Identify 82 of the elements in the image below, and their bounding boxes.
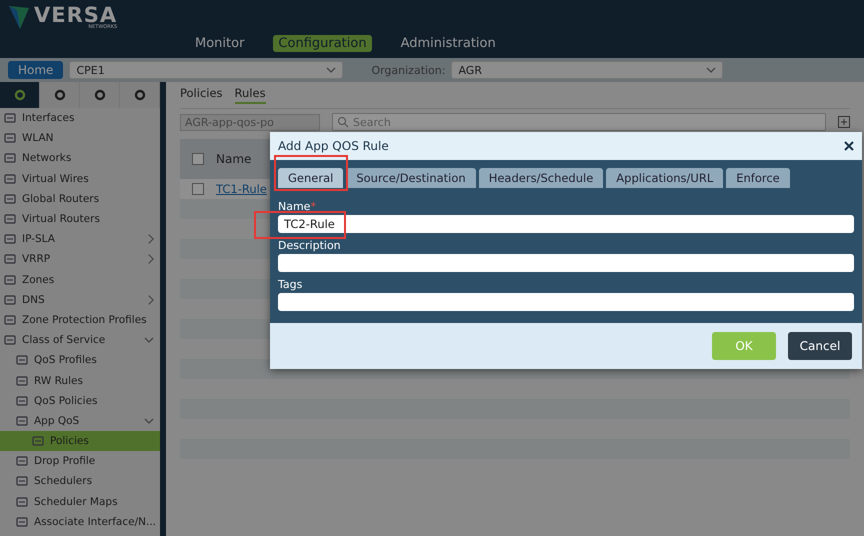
rule-link[interactable]: TC1-Rule	[216, 182, 267, 196]
sidebar-item[interactable]: Schedulers	[0, 471, 160, 492]
dialog-tab[interactable]: Applications/URL	[606, 168, 724, 188]
checkbox[interactable]	[192, 153, 204, 165]
search-icon	[337, 116, 349, 128]
sidebar-item[interactable]: WLAN	[0, 128, 160, 148]
search-field[interactable]: Search	[332, 113, 826, 131]
panel-icon	[4, 314, 16, 326]
checkbox[interactable]	[192, 183, 204, 195]
sidebar-tab[interactable]	[0, 82, 40, 108]
sidebar-item[interactable]: Interfaces	[0, 108, 160, 128]
close-icon[interactable]	[844, 141, 854, 151]
sidebar-item[interactable]: Drop Profile	[0, 451, 160, 472]
organization-label: Organization:	[371, 64, 446, 76]
sidebar-item[interactable]: DNS	[0, 290, 160, 310]
field-label: Tags	[278, 278, 302, 292]
chevron-icon	[326, 67, 336, 73]
dialog-tab[interactable]: Enforce	[726, 168, 790, 188]
chevron-icon	[144, 337, 154, 344]
input-field[interactable]: TC2-Rule	[278, 215, 854, 233]
nav-tab[interactable]: Configuration	[273, 35, 372, 52]
dialog-tab[interactable]: General	[278, 168, 344, 188]
add-icon[interactable]	[838, 116, 850, 128]
sidebar-item[interactable]: Scheduler Maps	[0, 492, 160, 512]
dialog-title: Add App QOS Rule	[278, 139, 389, 153]
panel-icon	[16, 475, 28, 488]
sidebar-item[interactable]: Virtual Routers	[0, 208, 160, 230]
device-select[interactable]: CPE1	[69, 61, 344, 79]
panel-icon	[16, 455, 28, 468]
panel-icon	[4, 334, 16, 346]
chevron-icon	[147, 294, 154, 305]
panel-icon	[16, 394, 28, 407]
sidebar-item[interactable]: VRRP	[0, 249, 160, 270]
sidebar-item[interactable]: Virtual Wires	[0, 168, 160, 189]
sidebar-item[interactable]: Associate Interface/N...	[0, 512, 160, 532]
panel-icon	[4, 253, 16, 266]
panel-icon	[16, 374, 28, 387]
chevron-icon	[147, 234, 154, 244]
panel-icon	[4, 274, 16, 286]
page-tab[interactable]: Policies	[180, 84, 223, 104]
field-label: Description	[278, 239, 341, 253]
cancel-button[interactable]: Cancel	[788, 332, 852, 360]
sidebar-item[interactable]: QoS Profiles	[0, 350, 160, 370]
panel-icon	[4, 152, 16, 164]
sidebar-item[interactable]: IP-SLA	[0, 229, 160, 250]
nav-tab[interactable]: Monitor	[190, 35, 250, 52]
organization-select[interactable]: AGR	[451, 61, 724, 79]
page-tab[interactable]: Rules	[234, 84, 266, 104]
panel-icon	[16, 496, 28, 508]
sidebar-item[interactable]: Networks	[0, 148, 160, 169]
sidebar-item[interactable]: Class of Service	[0, 330, 160, 350]
panel-icon	[16, 516, 28, 528]
chevron-icon	[144, 418, 154, 424]
sidebar-item[interactable]: Zone Protection Profiles	[0, 310, 160, 330]
panel-icon	[4, 112, 16, 124]
logo-icon	[8, 4, 30, 30]
home-button[interactable]: Home	[8, 61, 64, 79]
sidebar-item[interactable]: QoS Policies	[0, 390, 160, 411]
sidebar-item[interactable]: Zones	[0, 270, 160, 290]
input-field[interactable]	[278, 254, 854, 272]
chevron-icon	[147, 254, 154, 264]
panel-icon	[16, 414, 28, 427]
sidebar-item[interactable]: Global Routers	[0, 188, 160, 209]
dialog-tab[interactable]: Source/Destination	[346, 168, 476, 188]
dialog-tab[interactable]: Headers/Schedule	[478, 168, 604, 188]
panel-icon	[4, 132, 16, 144]
sidebar-item[interactable]: App QoS	[0, 410, 160, 431]
column-header: Name	[216, 152, 252, 166]
field-label: Name*	[278, 200, 316, 214]
panel-icon	[4, 294, 16, 306]
sidebar-item[interactable]: RW Rules	[0, 370, 160, 391]
policy-select[interactable]: AGR-app-qos-po	[180, 114, 320, 130]
panel-icon	[4, 192, 16, 205]
nav-tab[interactable]: Administration	[396, 35, 501, 52]
panel-icon	[16, 354, 28, 366]
panel-icon	[4, 172, 16, 185]
panel-icon	[32, 435, 44, 448]
input-field[interactable]	[278, 293, 854, 311]
panel-icon	[4, 233, 16, 246]
chevron-icon	[706, 67, 716, 73]
panel-icon	[4, 213, 16, 226]
sidebar-item[interactable]: Policies	[0, 431, 160, 452]
